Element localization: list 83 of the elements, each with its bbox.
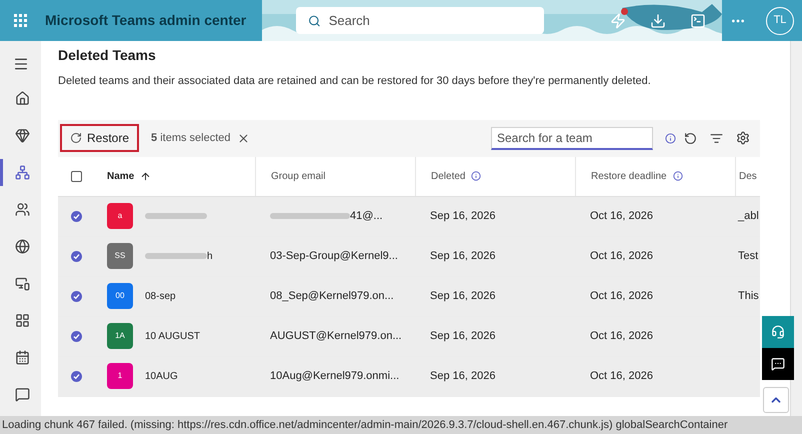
info-icon[interactable] <box>672 171 683 181</box>
group-email: AUGUST@Kernel979.on... <box>270 328 402 344</box>
app-launcher-icon[interactable] <box>14 14 28 28</box>
check-icon[interactable] <box>71 210 82 222</box>
team-name: 10AUG <box>145 370 178 384</box>
page-title: Deleted Teams <box>58 47 157 64</box>
column-header[interactable]: Name <box>107 168 134 184</box>
terminal-icon[interactable] <box>690 12 706 28</box>
message-icon[interactable] <box>14 387 30 402</box>
table-row[interactable]: 00 08-sep 08_Sep@Kernel979.on... Sep 16, 2026 Oct 16, 2026 This <box>58 276 760 316</box>
team-name: h <box>207 250 213 264</box>
page-description: Deleted teams and their associated data are retained and can be restored for 30 days before they're permanently deleted. <box>58 74 652 89</box>
status-text: Loading chunk 467 failed. (missing: https://res.cdn.office.net/admincenter/admin-main/2026.9.3.7/cloud-shell.en.467.chunk.js) globalSearchContainer <box>2 418 728 433</box>
close-icon[interactable] <box>236 132 250 144</box>
team-name: 08-sep <box>145 290 176 304</box>
globe-icon[interactable] <box>14 239 30 254</box>
scroll-top-button[interactable] <box>763 387 789 413</box>
deleted-date: Sep 16, 2026 <box>430 370 496 382</box>
lightning-icon[interactable] <box>610 12 626 28</box>
restore-deadline: Oct 16, 2026 <box>590 330 653 342</box>
description: This <box>738 290 759 302</box>
team-avatar: 00 <box>107 283 133 309</box>
home-icon[interactable] <box>14 91 30 106</box>
restore-deadline: Oct 16, 2026 <box>590 290 653 302</box>
filter-icon[interactable] <box>710 132 723 144</box>
devices-icon[interactable] <box>14 276 30 291</box>
check-icon[interactable] <box>71 290 82 302</box>
help-button[interactable] <box>762 316 794 348</box>
restore-deadline: Oct 16, 2026 <box>590 370 653 382</box>
description: Test <box>738 250 758 262</box>
check-icon[interactable] <box>71 250 82 262</box>
restore-deadline: Oct 16, 2026 <box>590 210 653 222</box>
table-row[interactable]: a 41@... Sep 16, 2026 Oct 16, 2026 _abl <box>58 196 760 236</box>
table-row[interactable]: SS h 03-Sep-Group@Kernel9... Sep 16, 2026 Oct 16, 2026 Test <box>58 236 760 276</box>
app-title: Microsoft Teams admin center <box>45 11 246 30</box>
search-icon <box>308 14 321 28</box>
check-icon[interactable] <box>71 330 82 342</box>
column-header[interactable]: Des <box>739 168 757 184</box>
deleted-date: Sep 16, 2026 <box>430 330 496 342</box>
selection-count: 5 items selected <box>151 130 231 146</box>
users-icon[interactable] <box>14 202 30 217</box>
group-email: 10Aug@Kernel979.onmi... <box>270 368 400 384</box>
deleted-date: Sep 16, 2026 <box>430 250 496 262</box>
search-input[interactable]: Search <box>328 10 532 30</box>
table-row[interactable]: 1 10AUG 10Aug@Kernel979.onmi... Sep 16, 2026 Oct 16, 2026 <box>58 356 760 396</box>
refresh-icon <box>70 132 82 144</box>
team-search-field[interactable]: Search for a team <box>497 128 647 146</box>
team-name: 10 AUGUST <box>145 330 200 344</box>
headset-icon <box>771 325 785 339</box>
info-icon[interactable] <box>471 171 482 181</box>
team-search-box[interactable]: Search for a team <box>491 126 653 150</box>
calendar-icon[interactable] <box>14 350 30 365</box>
grid-icon[interactable] <box>14 313 30 328</box>
table-row[interactable]: 1A 10 AUGUST AUGUST@Kernel979.on... Sep 16, 2026 Oct 16, 2026 <box>58 316 760 356</box>
team-avatar: 1 <box>107 363 133 389</box>
restore-button[interactable]: Restore <box>60 124 140 152</box>
deleted-date: Sep 16, 2026 <box>430 210 496 222</box>
info-icon[interactable] <box>665 132 676 144</box>
scrollbar[interactable] <box>790 41 802 416</box>
restore-deadline: Oct 16, 2026 <box>590 250 653 262</box>
group-email: 41@... <box>350 208 383 224</box>
menu-icon[interactable] <box>12 56 28 72</box>
settings-icon[interactable] <box>736 131 750 145</box>
group-email: 03-Sep-Group@Kernel9... <box>270 248 398 264</box>
network-icon[interactable] <box>14 165 30 180</box>
search-field[interactable]: Search <box>296 7 544 34</box>
column-header[interactable]: Restore deadline <box>591 168 667 184</box>
refresh-icon[interactable] <box>684 132 697 144</box>
description: _abl <box>738 210 759 222</box>
download-icon[interactable] <box>650 12 666 28</box>
team-avatar: a <box>107 203 133 229</box>
diamond-icon[interactable] <box>14 128 30 143</box>
feedback-button[interactable] <box>762 348 794 380</box>
group-email: 08_Sep@Kernel979.on... <box>270 288 394 304</box>
column-header[interactable]: Deleted <box>431 168 466 184</box>
sort-arrow-icon <box>140 170 152 182</box>
check-icon[interactable] <box>71 370 82 382</box>
column-header[interactable]: Group email <box>271 168 326 184</box>
select-all-checkbox[interactable] <box>71 170 82 182</box>
chat-icon <box>771 357 785 371</box>
deleted-date: Sep 16, 2026 <box>430 290 496 302</box>
team-avatar: SS <box>107 243 133 269</box>
team-avatar: 1A <box>107 323 133 349</box>
